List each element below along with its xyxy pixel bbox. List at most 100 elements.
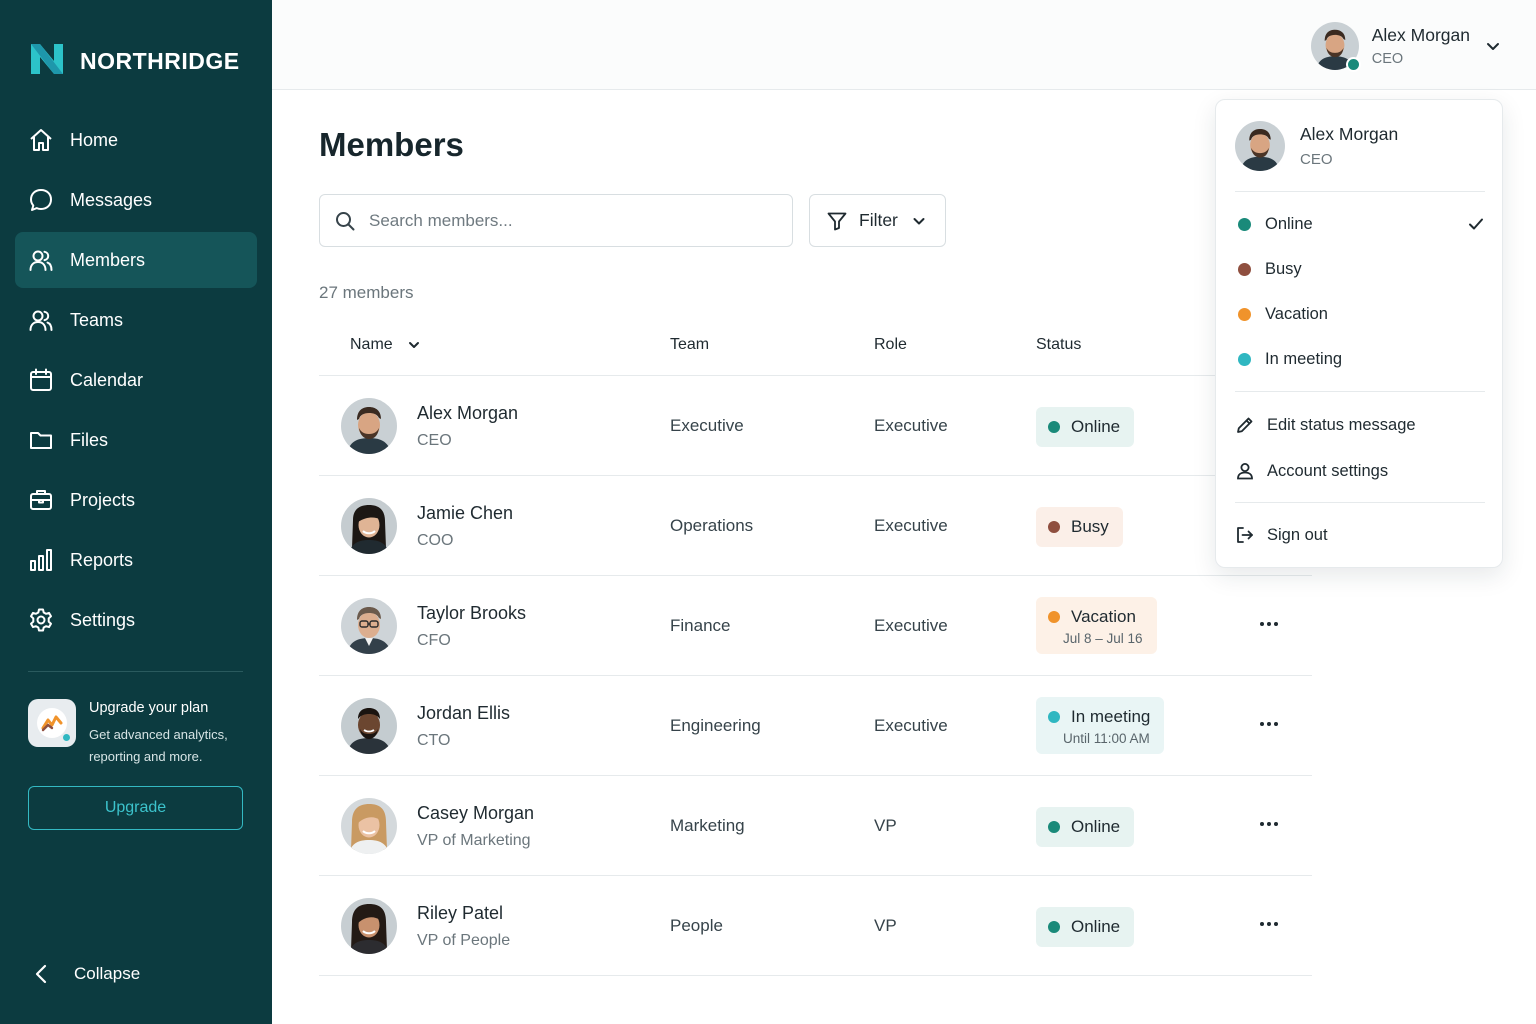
sidebar-item-label: Messages (70, 189, 153, 210)
sidebar-item-label: Projects (70, 489, 136, 510)
bar-chart-icon (28, 547, 54, 573)
sidebar-item-messages[interactable]: Messages (15, 172, 257, 228)
member-name[interactable]: Alex Morgan (417, 403, 518, 424)
user-status-dropdown: Alex Morgan CEO Online Busy Vacation In … (1215, 99, 1503, 568)
teams-icon (28, 307, 54, 333)
sidebar-item-settings[interactable]: Settings (15, 592, 257, 648)
column-header-status: Status (1036, 336, 1082, 353)
in-meeting-dot (1238, 352, 1251, 366)
sidebar-item-reports[interactable]: Reports (15, 532, 257, 588)
sign-out-button[interactable]: Sign out (1235, 518, 1485, 552)
sidebar-item-calendar[interactable]: Calendar (15, 352, 257, 408)
sidebar-item-label: Teams (70, 309, 124, 330)
member-name[interactable]: Riley Patel (417, 903, 503, 924)
online-status-dot (1345, 57, 1361, 72)
more-horizontal-icon (1260, 822, 1278, 826)
member-title: VP of Marketing (417, 832, 531, 849)
user-menu-trigger[interactable]: Alex Morgan CEO (1310, 22, 1502, 72)
edit-status-message-button[interactable]: Edit status message (1235, 408, 1485, 442)
pencil-icon (1235, 415, 1255, 435)
status-badge: Vacation Jul 8 – Jul 16 (1036, 597, 1157, 654)
member-role: Executive (874, 416, 948, 435)
sidebar-item-files[interactable]: Files (15, 412, 257, 468)
member-avatar (341, 598, 397, 654)
sidebar-item-label: Calendar (70, 369, 144, 390)
member-name[interactable]: Casey Morgan (417, 803, 534, 824)
message-icon (28, 187, 54, 213)
vacation-dot (1048, 611, 1060, 623)
member-title: CTO (417, 732, 451, 749)
sidebar-item-label: Settings (70, 609, 136, 630)
member-avatar (341, 698, 397, 754)
sidebar: NORTHRIDGE Home Messages Members Teams C… (0, 0, 272, 1024)
account-settings-button[interactable]: Account settings (1235, 454, 1485, 488)
home-icon (28, 127, 54, 153)
sidebar-item-projects[interactable]: Projects (15, 472, 257, 528)
folder-icon (28, 427, 54, 453)
members-table: Name Team Role Status Alex Morgan CEO Ex… (319, 314, 1312, 976)
sidebar-item-members[interactable]: Members (15, 232, 257, 288)
sidebar-item-label: Home (70, 129, 119, 150)
member-name[interactable]: Jordan Ellis (417, 703, 510, 724)
member-avatar (341, 898, 397, 954)
table-row[interactable]: Alex Morgan CEO Executive Executive Onli… (319, 376, 1312, 476)
sidebar-item-teams[interactable]: Teams (15, 292, 257, 348)
sidebar-item-home[interactable]: Home (15, 112, 257, 168)
table-row[interactable]: Casey Morgan VP of Marketing Marketing V… (319, 776, 1312, 876)
status-option-online[interactable]: Online (1235, 207, 1485, 241)
online-dot (1048, 921, 1060, 933)
collapse-button[interactable]: Collapse (30, 958, 140, 990)
row-more-button[interactable] (1257, 612, 1281, 636)
table-header: Name Team Role Status (319, 314, 1312, 376)
row-more-button[interactable] (1257, 912, 1281, 936)
sidebar-nav: Home Messages Members Teams Calendar Fil… (15, 112, 257, 652)
member-name[interactable]: Taylor Brooks (417, 603, 526, 624)
column-header-role: Role (874, 336, 907, 353)
gear-icon (28, 607, 54, 633)
status-detail: Jul 8 – Jul 16 (1063, 631, 1143, 646)
column-header-team: Team (670, 336, 710, 353)
upgrade-title: Upgrade your plan (89, 700, 209, 716)
chevron-down-icon (1487, 43, 1499, 50)
brand[interactable]: NORTHRIDGE (28, 42, 240, 80)
busy-dot (1238, 262, 1251, 276)
search-box[interactable] (319, 194, 793, 247)
members-icon (28, 247, 54, 273)
table-row[interactable]: Riley Patel VP of People People VP Onlin… (319, 876, 1312, 976)
status-option-in-meeting[interactable]: In meeting (1235, 342, 1485, 376)
table-row[interactable]: Taylor Brooks CFO Finance Executive Vaca… (319, 576, 1312, 676)
member-avatar (341, 798, 397, 854)
table-row[interactable]: Jamie Chen COO Operations Executive Busy (319, 476, 1312, 576)
dropdown-avatar (1235, 121, 1285, 171)
member-name[interactable]: Jamie Chen (417, 503, 513, 524)
member-title: COO (417, 532, 454, 549)
member-team: Executive (670, 416, 744, 435)
member-team: Marketing (670, 816, 745, 835)
collapse-label: Collapse (74, 964, 141, 983)
sidebar-item-label: Files (70, 429, 109, 450)
northridge-logo-icon (28, 41, 66, 82)
table-row[interactable]: Jordan Ellis CTO Engineering Executive I… (319, 676, 1312, 776)
analytics-icon (28, 699, 76, 747)
filter-button[interactable]: Filter (809, 194, 946, 247)
status-badge: Online (1036, 807, 1135, 847)
user-name: Alex Morgan (1371, 25, 1470, 45)
search-input[interactable] (369, 210, 769, 231)
status-option-vacation[interactable]: Vacation (1235, 297, 1485, 331)
row-more-button[interactable] (1257, 712, 1281, 736)
dropdown-user-role: CEO (1300, 151, 1333, 168)
online-dot (1048, 821, 1060, 833)
member-role: VP (874, 816, 897, 835)
top-bar: Alex Morgan CEO (272, 0, 1536, 90)
column-header-name[interactable]: Name (350, 336, 421, 354)
status-option-busy[interactable]: Busy (1235, 252, 1485, 286)
status-badge: Online (1036, 907, 1135, 947)
sort-chevron-icon (408, 342, 419, 348)
upgrade-button[interactable]: Upgrade (28, 786, 243, 830)
chevron-left-icon (35, 964, 47, 984)
member-role: Executive (874, 716, 948, 735)
user-icon (1235, 461, 1255, 481)
member-title: CEO (417, 432, 452, 449)
row-more-button[interactable] (1257, 812, 1281, 836)
member-team: Operations (670, 516, 754, 535)
